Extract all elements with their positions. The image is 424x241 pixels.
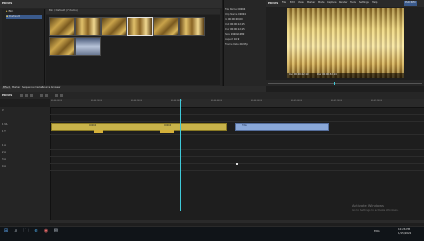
menu-tools[interactable]: Tools xyxy=(350,1,356,4)
ruler-tick-label: 00:01:10;00 xyxy=(331,100,342,102)
bin-title: EDIUS xyxy=(2,1,13,5)
clip-name: C0004 xyxy=(89,124,97,127)
menu-capture[interactable]: Capture xyxy=(327,1,337,4)
video-clip[interactable]: C0004 C0004 xyxy=(51,123,227,131)
track-row[interactable] xyxy=(50,164,424,171)
taskbar xyxy=(0,226,424,241)
menu-marker[interactable]: Marker xyxy=(307,1,315,4)
app-title: EDIUS xyxy=(268,1,279,5)
ruler-tick-label: 00:01:20;00 xyxy=(371,100,382,102)
edius-icon[interactable]: ◉ xyxy=(43,229,49,235)
current-timecode: Cur 00:00:22;19 xyxy=(289,73,309,76)
info-row: Size 1920x1080 xyxy=(225,33,245,36)
clip-thumbnail[interactable] xyxy=(101,17,127,36)
bin-path: Bin / Default (7 items) xyxy=(49,9,78,12)
mode-indicator[interactable]: PLR REC xyxy=(404,1,417,6)
info-row: In 00:00:00;00 xyxy=(225,18,243,21)
ruler-tick-label: 00:00:20;00 xyxy=(131,100,142,102)
track-headers xyxy=(0,107,51,223)
info-row: Clip Name C0004 xyxy=(225,13,246,16)
track-header-label[interactable]: 2 A xyxy=(2,151,6,154)
ruler-tick-label: 00:01:00;00 xyxy=(291,100,302,102)
menu-settings[interactable]: Settings xyxy=(359,1,369,4)
timeline-scrollbar[interactable] xyxy=(50,220,424,223)
track-header-label[interactable]: 3 A xyxy=(2,158,6,161)
info-row: Out 00:00:12;15 xyxy=(225,23,245,26)
tab-sequence-marker[interactable]: Sequence marker xyxy=(22,86,43,89)
timeline-cursor[interactable] xyxy=(180,99,181,211)
info-row: Dur 00:00:12;15 xyxy=(225,28,245,31)
clip-thumbnail[interactable] xyxy=(49,37,75,56)
audio-clip[interactable] xyxy=(160,130,174,133)
info-row: File Name C0004 xyxy=(225,8,246,11)
clip-name: Title xyxy=(242,124,247,127)
menu-help[interactable]: Help xyxy=(372,1,377,4)
ruler-tick-label: 00:00:40;00 xyxy=(211,100,222,102)
scrubber-handle[interactable] xyxy=(334,82,335,85)
clip-thumbnail[interactable] xyxy=(49,17,75,36)
ruler-tick-label: 00:00:10;00 xyxy=(91,100,102,102)
clip-thumbnail[interactable] xyxy=(75,17,101,36)
track-header-label[interactable]: V xyxy=(2,109,4,112)
start-icon[interactable]: ⊞ xyxy=(3,229,9,235)
ruler-tick-label: 00:00:00;00 xyxy=(51,100,62,102)
folder-default[interactable]: ▪ Default xyxy=(6,15,42,19)
clip-thumbnail[interactable] xyxy=(127,17,153,36)
title-clip[interactable]: Title xyxy=(235,123,329,131)
bin-toolbar: Bin / Default (7 items) xyxy=(46,9,220,14)
track-header-label[interactable]: 1 A xyxy=(2,144,6,147)
mail-icon[interactable]: ✉ xyxy=(53,229,59,235)
clip-thumbnail-area xyxy=(46,15,220,85)
open-project-icon[interactable] xyxy=(25,94,28,97)
track-header-label[interactable]: 4 A xyxy=(2,165,6,168)
menu-file[interactable]: File xyxy=(282,1,286,4)
mouse-pointer xyxy=(236,163,238,165)
language-indicator[interactable]: ENG xyxy=(374,230,380,234)
new-sequence-icon[interactable] xyxy=(20,94,23,97)
tab-source-browser[interactable]: Source browser xyxy=(42,86,61,89)
clip-thumbnail[interactable] xyxy=(75,37,101,56)
duration-timecode: Dur 00:00:32;14 xyxy=(317,73,337,76)
menu-view[interactable]: View xyxy=(298,1,304,4)
track-row[interactable] xyxy=(50,150,424,157)
folder-icon: ▪ xyxy=(6,14,9,18)
track-header-label[interactable]: 1 VA xyxy=(2,123,7,126)
info-row: Aspect 16:9 xyxy=(225,38,240,41)
clock-date[interactable]: 1/15/2022 xyxy=(398,232,411,236)
clip-thumbnail[interactable] xyxy=(179,17,205,36)
timeline-ruler[interactable] xyxy=(50,99,424,108)
save-icon[interactable] xyxy=(30,94,33,97)
timeline-title: EDIUS xyxy=(2,93,13,97)
menu-bar: EDIUS File Edit View Marker Mode Capture… xyxy=(266,0,424,7)
delete-icon[interactable] xyxy=(60,94,63,97)
track-row[interactable] xyxy=(50,108,424,115)
track-row[interactable] xyxy=(50,115,424,122)
audio-clip[interactable] xyxy=(94,130,103,133)
track-header-label[interactable]: 1 T xyxy=(2,130,6,133)
browser-icon[interactable]: e xyxy=(33,229,39,235)
preview-status-bar: Cur 00:00:22;19 Dur 00:00:32;14 xyxy=(287,73,404,78)
undo-icon[interactable] xyxy=(40,94,43,97)
menu-mode[interactable]: Mode xyxy=(318,1,325,4)
bin-title-bar: EDIUS xyxy=(0,0,222,8)
search-icon[interactable]: ⌕ xyxy=(13,229,19,235)
video-preview xyxy=(287,8,404,78)
activate-windows-message: Go to Settings to activate Windows. xyxy=(352,209,399,212)
clip-name: C0004 xyxy=(164,124,172,127)
cut-icon[interactable] xyxy=(55,94,58,97)
timeline-toolbar: EDIUS xyxy=(0,92,424,99)
menu-edit[interactable]: Edit xyxy=(290,1,295,4)
menu-render[interactable]: Render xyxy=(339,1,348,4)
ruler-tick-label: 00:00:50;00 xyxy=(251,100,262,102)
info-row: Frame Rate 29.97p xyxy=(225,43,248,46)
tab-marker[interactable]: Marker xyxy=(12,86,20,89)
position-scrubber[interactable] xyxy=(268,83,422,84)
file-explorer-icon[interactable]: 🗀 xyxy=(23,229,29,235)
folder-tree: ▸ Bin ▪ Default xyxy=(2,9,45,85)
tab-effect[interactable]: Effect xyxy=(2,86,11,90)
track-row[interactable] xyxy=(50,143,424,150)
redo-icon[interactable] xyxy=(45,94,48,97)
clip-thumbnail[interactable] xyxy=(153,17,179,36)
